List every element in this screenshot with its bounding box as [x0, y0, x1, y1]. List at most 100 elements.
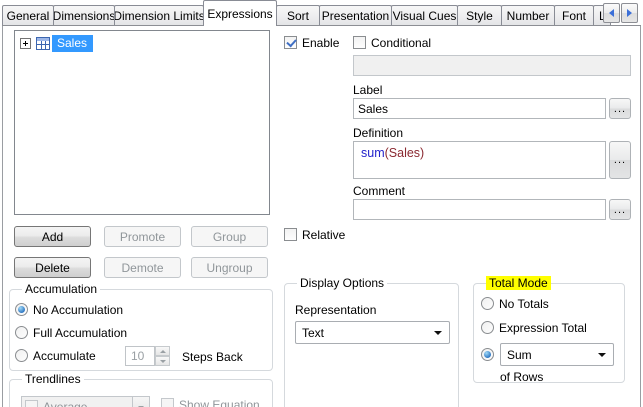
display-options-group: Display Options Representation Text [284, 276, 459, 407]
combo-arrow-button[interactable] [132, 397, 149, 407]
expressions-tab-content: Sales Add Promote Group Delete Demote Un… [2, 26, 641, 407]
full-accumulation-label[interactable]: Full Accumulation [33, 326, 127, 340]
tab-general[interactable]: General [2, 5, 54, 26]
comment-input[interactable] [353, 199, 606, 220]
steps-back-label: Steps Back [182, 350, 243, 364]
radio-expression-total[interactable] [481, 321, 494, 334]
average-checkbox[interactable] [25, 400, 38, 407]
add-button[interactable]: Add [14, 226, 91, 247]
expression-item-sales[interactable]: Sales [15, 34, 94, 52]
definition-function-token: sum [361, 146, 385, 160]
radio-sum-of-rows[interactable] [481, 348, 494, 361]
tab-presentation[interactable]: Presentation [319, 5, 392, 26]
representation-caption: Representation [295, 303, 377, 317]
expressions-listbox[interactable]: Sales [14, 30, 270, 215]
tab-number[interactable]: Number [501, 5, 555, 26]
tab-label: Visual Cues [392, 9, 457, 23]
display-options-title: Display Options [297, 276, 388, 290]
button-label: Add [41, 229, 64, 244]
ellipsis-icon: ... [613, 203, 627, 216]
group-button[interactable]: Group [191, 226, 268, 247]
relative-checkbox[interactable] [284, 228, 297, 241]
tab-dimension-limits[interactable]: Dimension Limits [114, 5, 204, 26]
tab-font[interactable]: Font [554, 5, 594, 26]
sum-value: Sum [507, 347, 532, 362]
tab-scroll-right-button[interactable] [621, 3, 638, 23]
tab-label: General [6, 9, 50, 23]
tab-label: Expressions [207, 6, 273, 21]
definition-field-token: (Sales) [384, 146, 425, 160]
button-label: Ungroup [206, 260, 253, 275]
spin-up-button[interactable] [155, 346, 170, 356]
triangle-down-icon [159, 359, 166, 363]
ellipsis-icon: ... [613, 102, 627, 115]
tab-scroll-left-button[interactable] [603, 3, 620, 23]
average-combobox[interactable]: Average [21, 396, 150, 407]
accumulation-group: Accumulation No Accumulation Full Accumu… [9, 282, 273, 371]
average-label: Average [43, 400, 88, 407]
no-accumulation-label[interactable]: No Accumulation [33, 303, 123, 317]
arrow-left-icon [609, 9, 614, 17]
radio-no-totals[interactable] [481, 297, 494, 310]
enable-label[interactable]: Enable [302, 36, 339, 50]
radio-accumulate[interactable] [15, 349, 28, 362]
tab-expressions[interactable]: Expressions [203, 0, 277, 26]
total-mode-group: Total Mode No Totals Expression Total Su… [473, 276, 625, 384]
expression-item-label: Sales [52, 34, 94, 52]
label-caption: Label [353, 83, 383, 97]
expand-plus-icon[interactable] [20, 37, 31, 49]
show-equation-checkbox[interactable] [161, 398, 174, 407]
representation-value: Text [302, 325, 325, 340]
accumulation-title: Accumulation [22, 282, 101, 296]
relative-label[interactable]: Relative [302, 228, 345, 242]
tab-style[interactable]: Style [457, 5, 502, 26]
definition-box[interactable]: sum(Sales) [353, 141, 606, 179]
radio-full-accumulation[interactable] [15, 326, 28, 339]
tab-bar: General Dimensions Dimension Limits Expr… [2, 0, 641, 26]
steps-input[interactable]: 10 [125, 346, 155, 366]
chart-properties-dialog: General Dimensions Dimension Limits Expr… [0, 0, 643, 407]
tab-label: Dimension Limits [114, 9, 204, 23]
conditional-label[interactable]: Conditional [371, 36, 431, 50]
tab-visual-cues[interactable]: Visual Cues [391, 5, 458, 26]
label-input[interactable] [353, 98, 606, 119]
tab-label: Number [506, 9, 550, 23]
demote-button[interactable]: Demote [104, 257, 181, 278]
button-label: Delete [35, 260, 70, 275]
radio-no-accumulation[interactable] [15, 303, 28, 316]
trendlines-title: Trendlines [22, 372, 84, 386]
show-equation-label: Show Equation [179, 398, 260, 407]
tab-label: Style [466, 9, 493, 23]
definition-ellipsis-button[interactable]: ... [609, 141, 631, 179]
triangle-up-icon [159, 349, 166, 353]
no-totals-label[interactable]: No Totals [499, 297, 549, 311]
conditional-checkbox[interactable] [353, 36, 366, 49]
ellipsis-icon: ... [613, 154, 627, 166]
button-label: Promote [119, 229, 166, 244]
tab-label: Sort [286, 9, 309, 23]
label-ellipsis-button[interactable]: ... [609, 98, 631, 119]
button-label: Group [212, 229, 247, 244]
arrow-right-icon [627, 9, 632, 17]
delete-button[interactable]: Delete [14, 257, 91, 278]
ungroup-button[interactable]: Ungroup [191, 257, 268, 278]
total-mode-title: Total Mode [486, 276, 551, 290]
trendlines-group: Trendlines Average Show Equation [9, 372, 273, 407]
representation-combobox[interactable]: Text [295, 321, 450, 344]
promote-button[interactable]: Promote [104, 226, 181, 247]
tab-label: Font [561, 9, 586, 23]
definition-caption: Definition [353, 126, 404, 140]
sum-combobox[interactable]: Sum [500, 343, 614, 366]
expression-total-label[interactable]: Expression Total [499, 321, 587, 335]
table-icon [36, 36, 50, 50]
comment-ellipsis-button[interactable]: ... [609, 199, 631, 220]
button-label: Demote [121, 260, 164, 275]
conditional-input[interactable] [353, 55, 631, 76]
steps-back-spinner: 10 [125, 346, 170, 366]
enable-checkbox[interactable] [284, 36, 297, 49]
tab-label: Dimensions [53, 9, 115, 23]
tab-dimensions[interactable]: Dimensions [53, 5, 115, 26]
accumulate-label[interactable]: Accumulate [33, 349, 96, 363]
spin-down-button[interactable] [155, 356, 170, 366]
tab-sort[interactable]: Sort [276, 5, 320, 26]
